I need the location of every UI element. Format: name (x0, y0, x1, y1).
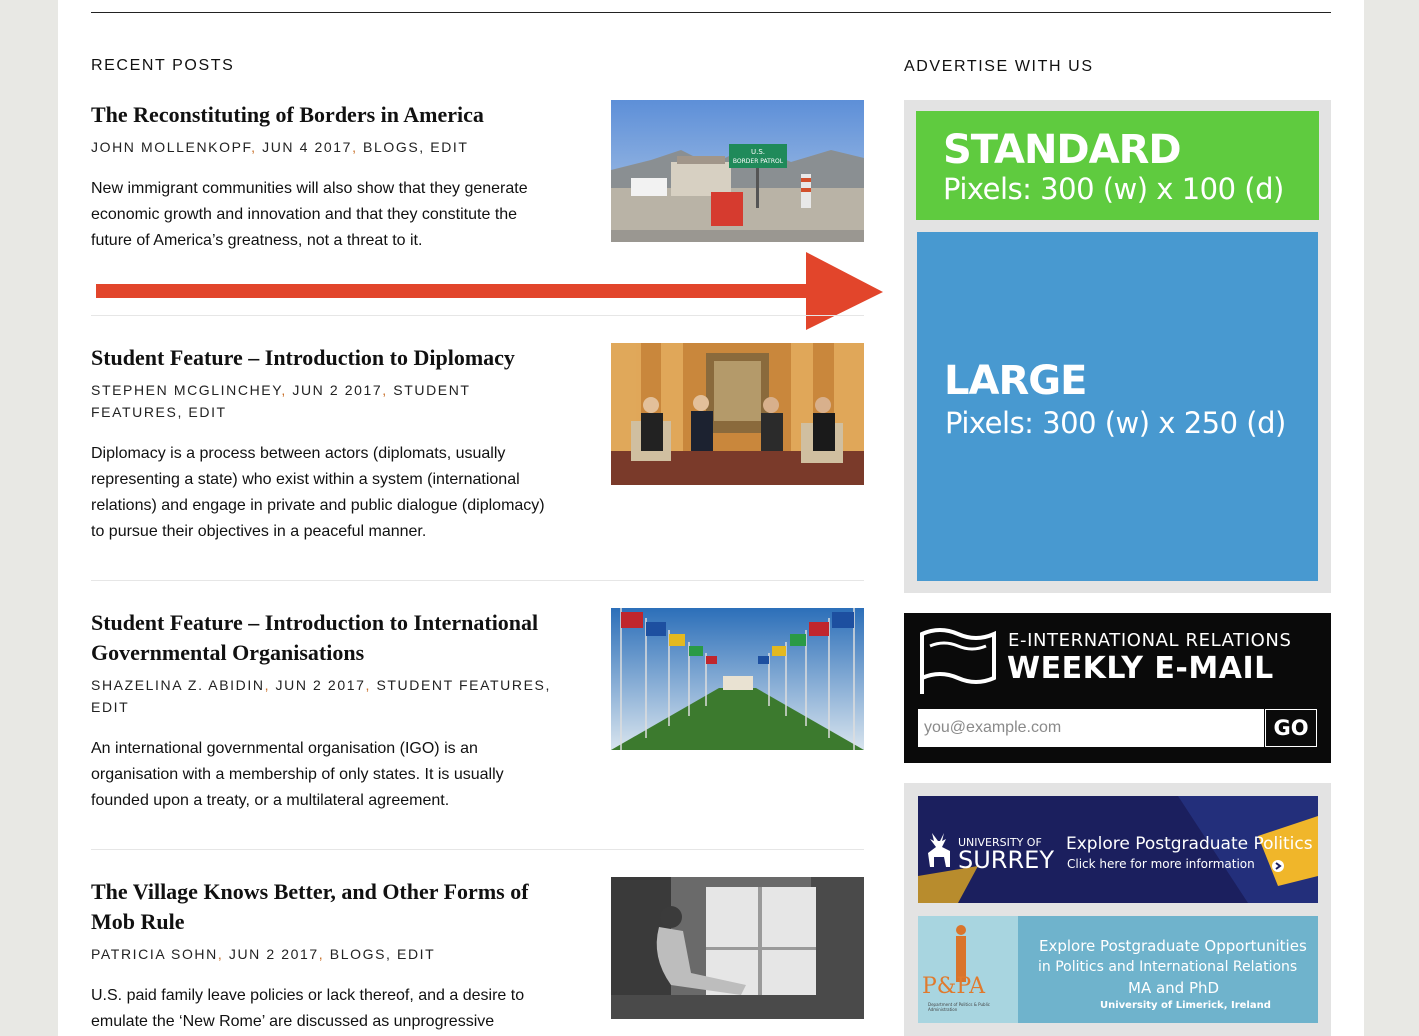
post-meta: JOHN MOLLENKOPF, JUN 4 2017, BLOGS, EDIT (91, 139, 469, 155)
post-divider (91, 849, 864, 850)
post-excerpt: U.S. paid family leave policies or lack … (91, 987, 525, 1030)
post-title-link[interactable]: Student Feature – Introduction to Intern… (91, 608, 551, 668)
email-field[interactable] (918, 709, 1264, 747)
newsletter-signup: E-INTERNATIONAL RELATIONS WEEKLY E-MAIL … (904, 613, 1331, 763)
author-link[interactable]: JOHN MOLLENKOPF (91, 139, 251, 155)
post-item: The Village Knows Better, and Other Form… (91, 877, 864, 1035)
post-thumbnail-flags[interactable] (611, 608, 864, 750)
category-link[interactable]: STUDENT FEATURES (376, 677, 545, 693)
post-date: JUN 2 2017 (292, 382, 383, 398)
post-thumbnail-diplomacy[interactable] (611, 343, 864, 485)
post-date: JUN 4 2017 (262, 139, 353, 155)
recent-posts-heading: RECENT POSTS (91, 57, 235, 74)
edit-link[interactable]: EDIT (397, 946, 435, 962)
svg-text:U.S.: U.S. (751, 148, 765, 156)
post-excerpt: An international governmental organisati… (91, 740, 504, 809)
post-date: JUN 2 2017 (228, 946, 319, 962)
ppa-logo: P&PA (922, 974, 986, 999)
edit-link[interactable]: EDIT (91, 699, 129, 715)
author-link[interactable]: SHAZELINA Z. ABIDIN (91, 677, 265, 693)
stag-icon (928, 833, 950, 867)
large-ad-title: LARGE (944, 358, 1087, 404)
post-item: The Reconstituting of Borders in America… (91, 100, 864, 254)
edit-link[interactable]: EDIT (188, 404, 226, 420)
post-title-link[interactable]: The Reconstituting of Borders in America (91, 100, 551, 130)
standard-ad-size: Pixels: 300 (w) x 100 (d) (943, 172, 1284, 206)
edit-link[interactable]: EDIT (430, 139, 468, 155)
limerick-banner[interactable]: P&PA Department of Politics & Public Adm… (918, 916, 1318, 1023)
standard-ad-banner[interactable]: STANDARD Pixels: 300 (w) x 100 (d) (916, 111, 1319, 220)
post-meta: STEPHEN MCGLINCHEY, JUN 2 2017, STUDENT … (91, 382, 471, 420)
flag-icon (920, 628, 996, 694)
go-button[interactable]: GO (1265, 709, 1317, 747)
standard-ad-title: STANDARD (943, 127, 1182, 173)
red-arrow-icon (96, 252, 883, 330)
category-link[interactable]: BLOGS (363, 139, 419, 155)
ppa-logo-caption: Department of Politics & Public Administ… (928, 1002, 991, 1012)
post-thumbnail-border[interactable]: U.S. BORDER PATROL (611, 100, 864, 242)
large-ad-size: Pixels: 300 (w) x 250 (d) (945, 406, 1286, 440)
category-link[interactable]: BLOGS (330, 946, 386, 962)
post-title-link[interactable]: Student Feature – Introduction to Diplom… (91, 343, 551, 373)
advertise-box: STANDARD Pixels: 300 (w) x 100 (d) LARGE… (904, 100, 1331, 593)
svg-text:BORDER PATROL: BORDER PATROL (733, 158, 784, 165)
page: RECENT POSTS ADVERTISE WITH US The Recon… (58, 0, 1364, 1036)
surrey-logo-line2: SURREY (958, 846, 1054, 874)
post-meta: SHAZELINA Z. ABIDIN, JUN 2 2017, STUDENT… (91, 677, 551, 715)
post-item: Student Feature – Introduction to Intern… (91, 608, 864, 814)
newsletter-line2: WEEKLY E-MAIL (1007, 651, 1274, 686)
post-excerpt: New immigrant communities will also show… (91, 180, 528, 249)
limerick-line3: MA and PhD (1128, 979, 1220, 997)
surrey-cta: Click here for more information (1067, 857, 1255, 871)
author-link[interactable]: PATRICIA SOHN (91, 946, 218, 962)
arrow-circle-icon (1272, 860, 1284, 872)
post-item: Student Feature – Introduction to Diplom… (91, 343, 864, 545)
post-title-link[interactable]: The Village Knows Better, and Other Form… (91, 877, 551, 937)
advertise-heading: ADVERTISE WITH US (904, 58, 1094, 75)
surrey-headline: Explore Postgraduate Politics (1066, 834, 1313, 854)
post-thumbnail-window[interactable] (611, 877, 864, 1019)
surrey-banner[interactable]: UNIVERSITY OF SURREY Explore Postgraduat… (918, 796, 1318, 903)
post-divider (91, 580, 864, 581)
limerick-line1: Explore Postgraduate Opportunities (1039, 937, 1307, 955)
large-ad-banner[interactable]: LARGE Pixels: 300 (w) x 250 (d) (917, 232, 1318, 581)
post-date: JUN 2 2017 (275, 677, 366, 693)
post-excerpt: Diplomacy is a process between actors (d… (91, 445, 545, 540)
post-divider (91, 315, 864, 316)
newsletter-line1: E-INTERNATIONAL RELATIONS (1008, 630, 1292, 651)
sponsor-banners: UNIVERSITY OF SURREY Explore Postgraduat… (904, 783, 1331, 1036)
post-meta: PATRICIA SOHN, JUN 2 2017, BLOGS, EDIT (91, 946, 436, 962)
top-divider (91, 12, 1331, 13)
limerick-line2: in Politics and International Relations (1038, 959, 1298, 975)
author-link[interactable]: STEPHEN MCGLINCHEY (91, 382, 281, 398)
limerick-line4: University of Limerick, Ireland (1100, 1000, 1271, 1011)
